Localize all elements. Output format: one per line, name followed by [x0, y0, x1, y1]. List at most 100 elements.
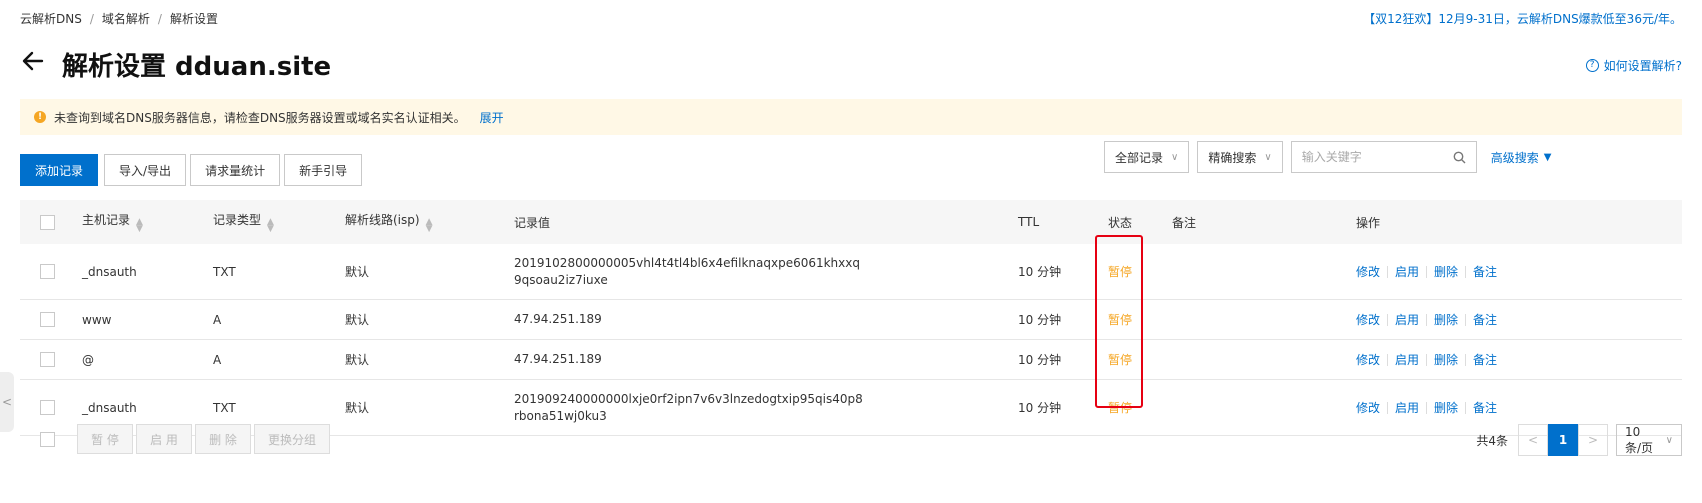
- value-line: 2019102800000005vhl4t4tl4bl6x4efilknaqxp…: [514, 255, 860, 270]
- status-highlight-box: [1095, 235, 1143, 408]
- records-table: 主机记录 ▲ ▼ 记录类型 ▲ ▼ 解析线路(isp) ▲ ▼ 记录值 TTL 状态 备注 …: [20, 200, 1682, 436]
- bulk-change-group-button[interactable]: 更换分组: [254, 424, 330, 454]
- next-page-button[interactable]: >: [1578, 424, 1608, 456]
- breadcrumb-domain[interactable]: 域名解析: [102, 10, 150, 27]
- remark-link[interactable]: 备注: [1473, 311, 1497, 328]
- remark-link[interactable]: 备注: [1473, 399, 1497, 416]
- edit-link[interactable]: 修改: [1356, 399, 1380, 416]
- enable-link[interactable]: 启用: [1395, 351, 1419, 368]
- side-collapse-tab[interactable]: <: [0, 372, 14, 432]
- divider: [1387, 265, 1389, 278]
- col-remark: 备注: [1172, 215, 1197, 230]
- bulk-actions: 暂 停 启 用 删 除 更换分组: [20, 422, 1682, 456]
- type-cell: TXT: [213, 400, 236, 415]
- chevron-down-icon: ∨: [1665, 434, 1673, 446]
- bulk-pause-button[interactable]: 暂 停: [77, 424, 133, 454]
- breadcrumb-dns[interactable]: 云解析DNS: [20, 10, 82, 27]
- bulk-enable-button[interactable]: 启 用: [136, 424, 192, 454]
- type-cell: A: [213, 352, 222, 367]
- line-cell: 默认: [345, 265, 370, 279]
- sort-icon: ▲ ▼: [136, 217, 143, 234]
- row-checkbox[interactable]: [40, 400, 55, 415]
- enable-link[interactable]: 启用: [1395, 311, 1419, 328]
- delete-link[interactable]: 删除: [1434, 399, 1458, 416]
- request-stats-button[interactable]: 请求量统计: [190, 154, 281, 186]
- type-cell: TXT: [213, 264, 236, 279]
- toolbar: 添加记录 导入/导出 请求量统计 新手引导: [20, 154, 363, 186]
- warning-icon: !: [34, 111, 46, 123]
- page-size-select[interactable]: 10 条/页 ∨: [1616, 424, 1682, 456]
- guide-button[interactable]: 新手引导: [284, 154, 363, 186]
- host-cell: _dnsauth: [82, 400, 137, 415]
- back-arrow-icon[interactable]: [20, 48, 46, 74]
- record-filter-select[interactable]: 全部记录 ∨: [1104, 141, 1190, 173]
- table-row: @ A 默认 47.94.251.189 10 分钟 暂停 修改 启用 删除 备注: [20, 340, 1682, 380]
- import-export-button[interactable]: 导入/导出: [104, 154, 187, 186]
- promo-link[interactable]: 【双12狂欢】12月9-31日，云解析DNS爆款低至36元/年。: [1363, 10, 1682, 27]
- help-link-label: 如何设置解析?: [1603, 59, 1682, 73]
- sort-icon: ▲ ▼: [425, 217, 433, 234]
- breadcrumb-separator: /: [157, 11, 162, 26]
- col-type-label: 记录类型: [213, 213, 262, 227]
- breadcrumb-separator: /: [89, 11, 94, 26]
- value-cell: 47.94.251.189: [514, 351, 1018, 368]
- value-line: 47.94.251.189: [514, 352, 602, 366]
- bulk-delete-button[interactable]: 删 除: [195, 424, 251, 454]
- search-box: [1290, 141, 1477, 173]
- notice-text: 未查询到域名DNS服务器信息，请检查DNS服务器设置或域名实名认证相关。: [54, 110, 466, 125]
- value-cell: 201909240000000lxje0rf2ipn7v6v3lnzedogtx…: [514, 391, 1018, 425]
- remark-link[interactable]: 备注: [1473, 351, 1497, 368]
- question-icon: ?: [1585, 59, 1599, 72]
- page-title: 解析设置 dduan.site: [62, 52, 332, 82]
- divider: [1426, 313, 1428, 326]
- sort-icon: ▲ ▼: [267, 217, 274, 234]
- delete-link[interactable]: 删除: [1434, 263, 1458, 280]
- row-checkbox[interactable]: [40, 352, 55, 367]
- table-row: www A 默认 47.94.251.189 10 分钟 暂停 修改 启用 删除 备注: [20, 300, 1682, 340]
- remark-link[interactable]: 备注: [1473, 263, 1497, 280]
- col-host[interactable]: 主机记录 ▲ ▼: [82, 211, 213, 234]
- host-cell: www: [82, 312, 112, 327]
- advanced-search-toggle[interactable]: 高级搜索 ▼: [1491, 149, 1552, 166]
- line-cell: 默认: [345, 353, 370, 367]
- warning-notice: ! 未查询到域名DNS服务器信息，请检查DNS服务器设置或域名实名认证相关。 展…: [20, 99, 1682, 135]
- chevron-down-icon: ∨: [1171, 151, 1179, 163]
- add-record-button[interactable]: 添加记录: [20, 154, 99, 186]
- col-line[interactable]: 解析线路(isp) ▲ ▼: [345, 211, 514, 234]
- page-1-button[interactable]: 1: [1548, 424, 1578, 456]
- divider: [1387, 313, 1389, 326]
- search-input[interactable]: [1301, 150, 1442, 164]
- value-line: 9qsoau2iz7iuxe: [514, 272, 608, 287]
- caret-down-icon: ▼: [1543, 151, 1552, 163]
- breadcrumb: 云解析DNS / 域名解析 / 解析设置: [20, 10, 218, 27]
- edit-link[interactable]: 修改: [1356, 311, 1380, 328]
- edit-link[interactable]: 修改: [1356, 351, 1380, 368]
- help-link[interactable]: ? 如何设置解析?: [1585, 57, 1682, 74]
- chevron-down-icon: ∨: [1264, 151, 1272, 163]
- col-value: 记录值: [514, 215, 551, 230]
- search-mode-value: 精确搜索: [1208, 150, 1257, 165]
- row-checkbox[interactable]: [40, 264, 55, 279]
- divider: [1387, 401, 1389, 414]
- enable-link[interactable]: 启用: [1395, 263, 1419, 280]
- prev-page-button[interactable]: <: [1518, 424, 1548, 456]
- divider: [1426, 353, 1428, 366]
- divider: [1465, 401, 1467, 414]
- delete-link[interactable]: 删除: [1434, 351, 1458, 368]
- line-cell: 默认: [345, 313, 370, 327]
- select-all-checkbox[interactable]: [40, 214, 55, 230]
- divider: [1426, 401, 1428, 414]
- notice-expand-link[interactable]: 展开: [480, 109, 504, 126]
- pagination: 共4条 < 1 > 10 条/页 ∨: [1476, 424, 1682, 456]
- search-mode-select[interactable]: 精确搜索 ∨: [1197, 141, 1283, 173]
- col-status: 状态: [1108, 215, 1133, 230]
- row-checkbox[interactable]: [40, 312, 55, 327]
- footer-select-all-checkbox[interactable]: [40, 431, 55, 447]
- enable-link[interactable]: 启用: [1395, 399, 1419, 416]
- divider: [1426, 265, 1428, 278]
- table-row: _dnsauth TXT 默认 2019102800000005vhl4t4tl4bl…: [20, 244, 1682, 300]
- search-icon[interactable]: [1453, 151, 1466, 164]
- edit-link[interactable]: 修改: [1356, 263, 1380, 280]
- col-type[interactable]: 记录类型 ▲ ▼: [213, 211, 345, 234]
- delete-link[interactable]: 删除: [1434, 311, 1458, 328]
